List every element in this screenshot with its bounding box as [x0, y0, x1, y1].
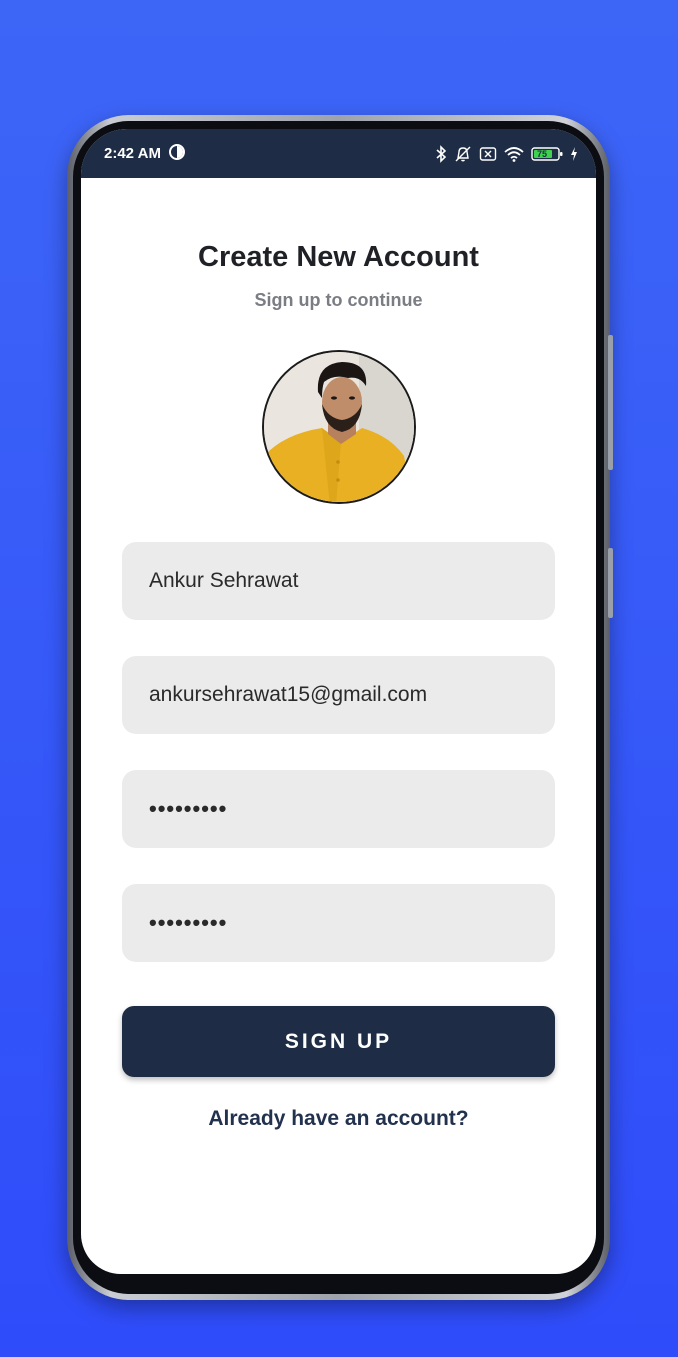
status-time: 2:42 AM [104, 145, 161, 162]
status-left: 2:42 AM [104, 143, 185, 164]
page-subtitle: Sign up to continue [254, 290, 423, 310]
avatar-photo [264, 352, 414, 502]
email-input[interactable] [122, 656, 555, 734]
status-bar: 2:42 AM 75 [81, 129, 596, 178]
battery-level: 75 [537, 148, 548, 159]
muted-bell-icon [454, 145, 472, 163]
sign-up-button[interactable]: SIGN UP [122, 1006, 555, 1077]
profile-avatar[interactable] [262, 350, 416, 504]
app-screen: 2:42 AM 75 Create New Account Sign up to… [81, 129, 596, 1274]
signup-form-container: Create New Account Sign up to continue A… [81, 178, 596, 1274]
app-notification-icon [168, 143, 185, 164]
power-button [608, 548, 613, 618]
battery-icon: 75 [531, 146, 563, 162]
charging-icon [570, 146, 578, 162]
phone-frame: 2:42 AM 75 Create New Account Sign up to… [67, 115, 613, 1300]
confirm-password-input[interactable] [122, 884, 555, 962]
sim-icon [479, 146, 497, 162]
bluetooth-icon [435, 144, 447, 163]
status-right: 75 [435, 144, 578, 163]
wifi-icon [504, 146, 524, 162]
password-input[interactable] [122, 770, 555, 848]
login-link[interactable]: Already have an account? [81, 1107, 596, 1131]
page-title: Create New Account [198, 241, 479, 273]
volume-button [608, 335, 613, 470]
name-input[interactable] [122, 542, 555, 620]
